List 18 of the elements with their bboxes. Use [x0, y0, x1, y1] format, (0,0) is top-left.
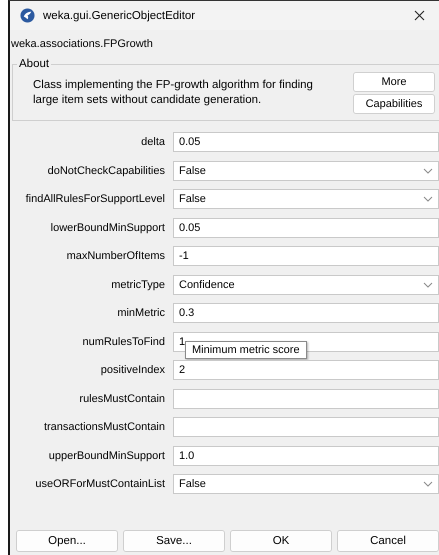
property-label: doNotCheckCapabilities	[46, 164, 165, 177]
property-label: delta	[140, 136, 165, 148]
about-text: Class implementing the FP-growth algorithm for finding large item sets without candidate generation.	[33, 78, 314, 108]
property-label: useORForMustContainList	[34, 478, 165, 490]
property-label: numRulesToFind	[81, 336, 165, 348]
property-label: minMetric	[116, 307, 165, 320]
property-label: lowerBoundMinSupport	[50, 222, 165, 234]
property-label: maxNumberOfItems	[66, 250, 165, 262]
property-label: rulesMustContain	[78, 392, 165, 405]
class-name: weka.associations.FPGrowth	[10, 37, 154, 52]
property-label: metricType	[110, 278, 165, 291]
tooltip: Minimum metric score	[185, 340, 307, 359]
window-title: weka.gui.GenericObjectEditor	[43, 10, 196, 22]
group-title: About	[18, 58, 50, 70]
property-label: upperBoundMinSupport	[48, 450, 165, 462]
property-label: findAllRulesForSupportLevel	[24, 193, 165, 206]
property-label: transactionsMustContain	[42, 421, 165, 434]
property-label: positiveIndex	[100, 364, 165, 376]
